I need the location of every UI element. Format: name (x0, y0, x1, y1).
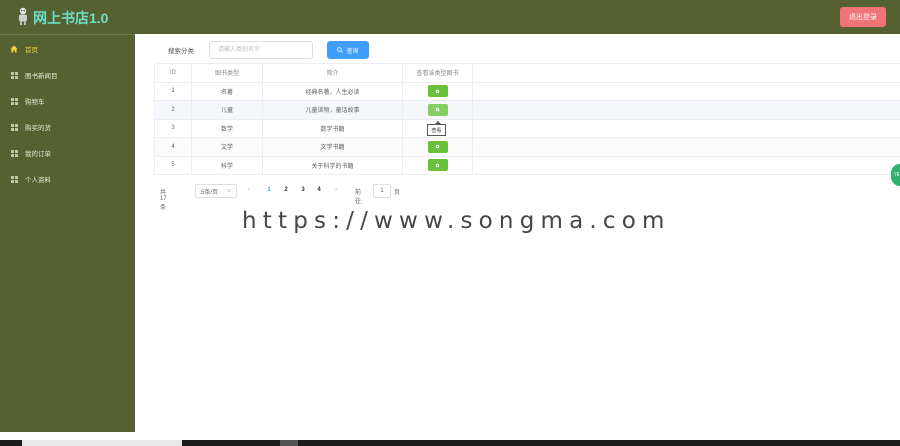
grid-icon (10, 149, 18, 157)
column-header-type: 图书类型 (192, 64, 263, 82)
table-header-row: ID 图书类型 简介 查看该类型图书 (154, 64, 900, 83)
goto-label: 前往 (355, 190, 362, 205)
sidebar-item-purchased[interactable]: 购买的货 (0, 114, 135, 140)
cell-id: 1 (154, 82, 192, 100)
cell-action (403, 156, 473, 174)
column-header-id: ID (154, 64, 192, 82)
page-suffix-label: 页 (394, 190, 401, 196)
cell-type: 文学 (192, 138, 263, 156)
app-title: 网上书店1.0 (33, 10, 109, 26)
sidebar-item-label: 首页 (25, 47, 38, 54)
view-books-button[interactable] (427, 85, 448, 98)
cell-description: 关于科学的书籍 (263, 156, 403, 174)
book-type-table: ID 图书类型 简介 查看该类型图书 1 名著 经典名著，人生必读 2 儿童 儿… (154, 63, 900, 175)
page-number-1[interactable]: 1 (264, 187, 274, 193)
gear-icon (435, 107, 440, 112)
table-row: 1 名著 经典名著，人生必读 (154, 82, 900, 101)
search-icon (337, 47, 344, 53)
cell-type: 科学 (192, 156, 263, 174)
search-label: 搜索分类 (168, 48, 194, 55)
column-header-description: 简介 (263, 64, 403, 82)
page-size-value: 5条/页 (201, 189, 219, 196)
search-button[interactable]: 查询 (327, 41, 369, 59)
sidebar-nav: 首页 图书新闻目 购物车 购买的货 我的订单 个人资料 (0, 34, 135, 432)
grid-icon (10, 175, 18, 183)
search-button-label: 查询 (346, 48, 359, 55)
cell-id: 4 (154, 138, 192, 156)
floating-badge[interactable]: 76 (891, 164, 900, 186)
goto-page-input[interactable]: 1 (373, 184, 391, 198)
view-books-button[interactable] (427, 140, 448, 153)
cell-id: 5 (154, 156, 192, 174)
chevron-down-icon: ∨ (227, 188, 231, 194)
page-number-2[interactable]: 2 (281, 187, 291, 193)
grid-icon (10, 123, 18, 131)
sidebar-item-my-orders[interactable]: 我的订单 (0, 140, 135, 166)
page-number-3[interactable]: 3 (298, 187, 308, 193)
next-page-button[interactable]: › (335, 187, 337, 193)
cell-description: 儿童读物，童话故事 (263, 101, 403, 119)
sidebar-item-profile[interactable]: 个人资料 (0, 166, 135, 192)
sidebar-item-home[interactable]: 首页 (0, 36, 135, 62)
sidebar-item-label: 个人资料 (25, 177, 51, 184)
bottom-taskbar (0, 440, 900, 446)
grid-icon (10, 97, 18, 105)
cell-type: 数学 (192, 119, 263, 137)
search-input[interactable] (209, 41, 313, 59)
column-header-view: 查看该类型图书 (403, 64, 473, 82)
cell-action (403, 82, 473, 100)
grid-icon (10, 71, 18, 79)
page-number-4[interactable]: 4 (314, 187, 324, 193)
table-row: 4 文学 文学书籍 (154, 138, 900, 157)
cell-type: 儿童 (192, 101, 263, 119)
table-row: 5 科学 关于科学的书籍 (154, 156, 900, 175)
watermark-text: https://www.songma.com (242, 208, 671, 234)
sidebar-item-book-news[interactable]: 图书新闻目 (0, 62, 135, 88)
sidebar-item-label: 购物车 (25, 99, 45, 106)
cell-description: 数学书籍 (263, 119, 403, 137)
top-header-bar: 网上书店1.0 退出登录 (0, 0, 900, 34)
taskbar-segment (22, 440, 182, 446)
sidebar-item-label: 图书新闻目 (25, 73, 58, 80)
cell-action (403, 138, 473, 156)
sidebar-item-label: 购买的货 (25, 125, 51, 132)
table-row: 2 儿童 儿童读物，童话故事 (154, 101, 900, 120)
cell-action (403, 101, 473, 119)
cell-id: 3 (154, 119, 192, 137)
page-size-select[interactable]: 5条/页 ∨ (195, 184, 237, 198)
cell-type: 名著 (192, 82, 263, 100)
cell-description: 文学书籍 (263, 138, 403, 156)
sidebar-item-label: 我的订单 (25, 151, 51, 158)
sidebar-item-cart[interactable]: 购物车 (0, 88, 135, 114)
cell-id: 2 (154, 101, 192, 119)
view-tooltip: 查看 (427, 121, 446, 136)
pagination-total: 共 17 条 (160, 190, 167, 211)
home-icon (10, 45, 18, 53)
gear-icon (435, 89, 440, 94)
cell-description: 经典名著，人生必读 (263, 82, 403, 100)
gear-icon (435, 163, 440, 168)
view-books-button[interactable] (427, 103, 448, 116)
logout-button[interactable]: 退出登录 (840, 7, 886, 27)
prev-page-button[interactable]: ‹ (248, 187, 250, 193)
taskbar-segment (280, 440, 298, 446)
table-row: 3 数学 数学书籍 (154, 119, 900, 138)
view-books-button[interactable] (427, 159, 448, 172)
mascot-logo-icon (19, 7, 27, 25)
gear-icon (435, 144, 440, 149)
